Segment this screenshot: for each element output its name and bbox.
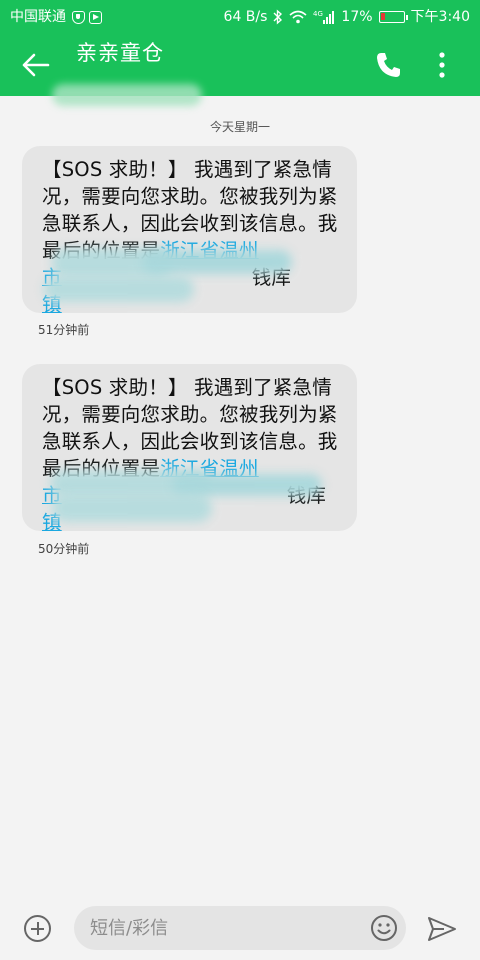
date-separator: 今天星期一 xyxy=(209,120,270,134)
signal-label: 4G xyxy=(313,10,323,18)
redaction-smudge xyxy=(52,494,212,522)
carrier-name: 中国联通 xyxy=(10,9,66,25)
redaction-smudge xyxy=(44,276,194,302)
send-icon[interactable] xyxy=(426,914,458,944)
message-input-container[interactable] xyxy=(74,906,406,950)
back-arrow-icon[interactable] xyxy=(18,48,54,82)
message-input[interactable] xyxy=(90,906,360,950)
battery-icon xyxy=(378,11,408,23)
phone-icon[interactable] xyxy=(374,50,404,80)
location-link[interactable]: 镇 xyxy=(42,293,62,313)
clock: 下午3:40 xyxy=(410,9,470,25)
contact-name: 亲亲童仓 xyxy=(76,41,164,65)
location-link[interactable]: 市 xyxy=(42,266,62,289)
network-speed: 64 B/s xyxy=(223,9,268,25)
play-icon xyxy=(89,10,102,24)
status-bar: 中国联通 64 B/s 4G 17% 下午3:40 xyxy=(0,0,480,34)
location-link[interactable]: 市 xyxy=(42,484,62,507)
location-text: 钱库 xyxy=(251,266,292,289)
location-link[interactable]: 浙江省温州 xyxy=(160,239,259,262)
location-link[interactable]: 浙江省温州 xyxy=(160,457,259,480)
message-composer xyxy=(0,898,480,960)
message-timestamp: 51分钟前 xyxy=(38,323,90,337)
message-bubble[interactable]: 【SOS 求助！】 我遇到了紧急情况，需要向您求助。您被我列为紧急联系人，因此会… xyxy=(22,364,357,531)
more-vert-icon[interactable] xyxy=(432,50,452,80)
message-timestamp: 50分钟前 xyxy=(38,542,90,556)
battery-level xyxy=(380,13,385,20)
message-bubble[interactable]: 【SOS 求助！】 我遇到了紧急情况，需要向您求助。您被我列为紧急联系人，因此会… xyxy=(22,146,357,313)
bluetooth-icon xyxy=(273,9,283,25)
signal-icon: 4G xyxy=(313,10,335,24)
location-text: 钱库 xyxy=(286,484,327,507)
add-icon[interactable] xyxy=(24,915,51,942)
wifi-icon xyxy=(289,10,307,24)
shield-icon xyxy=(72,10,85,24)
redaction-smudge xyxy=(52,84,202,106)
location-link[interactable]: 镇 xyxy=(42,511,62,531)
battery-percent: 17% xyxy=(341,9,373,25)
emoji-icon[interactable] xyxy=(370,914,398,942)
